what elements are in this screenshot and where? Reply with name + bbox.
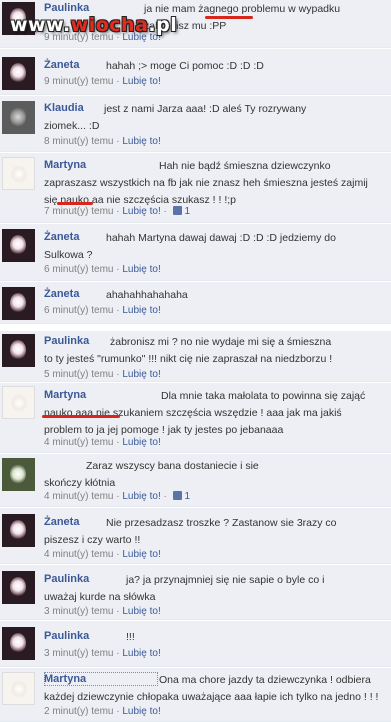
- comment-text: żabronisz mi ? no nie wydaje mi się a śm…: [44, 336, 333, 365]
- avatar[interactable]: [2, 458, 35, 491]
- red-underline: [205, 16, 253, 19]
- comment-item: Paulinka !!! 3 minut(y) temu · Lubię to!: [0, 621, 391, 667]
- like-link[interactable]: Lubię to!: [122, 549, 160, 560]
- like-link[interactable]: Lubię to!: [122, 648, 160, 659]
- comment-text: Hah nie bądź śmieszna dziewczynko zapras…: [44, 160, 368, 206]
- like-link[interactable]: Lubię to!: [122, 491, 160, 502]
- comment-item: Martyna Hah nie bądź śmieszna dziewczynk…: [0, 153, 391, 223]
- avatar[interactable]: [2, 101, 35, 134]
- thumbs-up-icon: [172, 491, 182, 500]
- comment-text: Nie przesadzasz troszke ? Zastanow sie 3…: [44, 517, 337, 546]
- comment-meta: 4 minut(y) temu · Lubię to! · 1: [44, 491, 190, 502]
- like-link[interactable]: Lubię to!: [122, 264, 160, 275]
- comment-text: !!!: [126, 631, 135, 643]
- comment-text: Zaraz wszyscy bana dostaniecie i sie sko…: [44, 460, 259, 489]
- timestamp[interactable]: 7 minut(y) temu: [44, 206, 113, 217]
- comment-item: Żaneta ahahahhahahaha 6 minut(y) temu · …: [0, 282, 391, 324]
- comment-item: Żaneta Nie przesadzasz troszke ? Zastano…: [0, 508, 391, 564]
- timestamp[interactable]: 4 minut(y) temu: [44, 437, 113, 448]
- red-underline: [42, 415, 120, 418]
- timestamp[interactable]: 6 minut(y) temu: [44, 264, 113, 275]
- like-link[interactable]: Lubię to!: [122, 369, 160, 380]
- like-count[interactable]: 1: [184, 206, 190, 217]
- timestamp[interactable]: 4 minut(y) temu: [44, 491, 113, 502]
- comment-meta: 2 minut(y) temu · Lubię to!: [44, 706, 161, 717]
- avatar[interactable]: [2, 672, 35, 705]
- comment-meta: 7 minut(y) temu · Lubię to! · 1: [44, 206, 190, 217]
- comment-meta: 9 minut(y) temu · Lubię to!: [44, 76, 161, 87]
- comment-item: Paulinka ja? ja przynajmniej się nie sap…: [0, 565, 391, 620]
- red-underline: [57, 202, 93, 205]
- like-link[interactable]: Lubię to!: [122, 305, 160, 316]
- comment-text: hahah Martyna dawaj dawaj :D :D :D jedzi…: [44, 232, 336, 261]
- comment-text: ahahahhahahaha: [106, 289, 188, 301]
- watermark-logo: www.wiocha.pl: [10, 14, 178, 36]
- comment-text: jest z nami Jarza aaa! :D aleś Ty rozryw…: [44, 103, 307, 132]
- comment-text: ja? ja przynajmniej się nie sapie o byle…: [44, 574, 325, 603]
- comment-text: Dla mnie taka małolata to powinna się za…: [44, 390, 366, 436]
- comment-item: Paulinka żabronisz mi ? no nie wydaje mi…: [0, 325, 391, 382]
- comment-text: hahah ;> moge Ci pomoc :D :D :D: [106, 60, 264, 72]
- timestamp[interactable]: 3 minut(y) temu: [44, 648, 113, 659]
- avatar[interactable]: [2, 229, 35, 262]
- comment-item: Martyna Ona ma chore jazdy ta dziewczynk…: [0, 668, 391, 722]
- comment-item: Żaneta hahah ;> moge Ci pomoc :D :D :D 9…: [0, 49, 391, 95]
- avatar[interactable]: [2, 287, 35, 320]
- comment-meta: 6 minut(y) temu · Lubię to!: [44, 264, 161, 275]
- avatar[interactable]: [2, 157, 35, 190]
- timestamp[interactable]: 8 minut(y) temu: [44, 136, 113, 147]
- comment-meta: 8 minut(y) temu · Lubię to!: [44, 136, 161, 147]
- like-link[interactable]: Lubię to!: [122, 437, 160, 448]
- thumbs-up-icon: [172, 206, 182, 215]
- like-link[interactable]: Lubię to!: [122, 206, 160, 217]
- comment-meta: 3 minut(y) temu · Lubię to!: [44, 606, 161, 617]
- timestamp[interactable]: 5 minut(y) temu: [44, 369, 113, 380]
- timestamp[interactable]: 6 minut(y) temu: [44, 305, 113, 316]
- comment-item: Zaraz wszyscy bana dostaniecie i sie sko…: [0, 454, 391, 507]
- avatar[interactable]: [2, 571, 35, 604]
- comment-meta: 3 minut(y) temu · Lubię to!: [44, 648, 161, 659]
- comment-item: Klaudia jest z nami Jarza aaa! :D aleś T…: [0, 96, 391, 152]
- comment-meta: 4 minut(y) temu · Lubię to!: [44, 437, 161, 448]
- like-count[interactable]: 1: [184, 491, 190, 502]
- like-link[interactable]: Lubię to!: [122, 706, 160, 717]
- timestamp[interactable]: 4 minut(y) temu: [44, 549, 113, 560]
- comment-text: Ona ma chore jazdy ta dziewczynka ! odbi…: [44, 674, 379, 703]
- comment-feed: Paulinka ja nie mam żagnego problemu w w…: [0, 0, 391, 722]
- like-link[interactable]: Lubię to!: [122, 606, 160, 617]
- like-link[interactable]: Lubię to!: [122, 76, 160, 87]
- avatar[interactable]: [2, 386, 35, 419]
- timestamp[interactable]: 2 minut(y) temu: [44, 706, 113, 717]
- comment-meta: 6 minut(y) temu · Lubię to!: [44, 305, 161, 316]
- comment-meta: 5 minut(y) temu · Lubię to!: [44, 369, 161, 380]
- avatar[interactable]: [2, 514, 35, 547]
- timestamp[interactable]: 9 minut(y) temu: [44, 76, 113, 87]
- comment-item: Żaneta hahah Martyna dawaj dawaj :D :D :…: [0, 224, 391, 281]
- timestamp[interactable]: 3 minut(y) temu: [44, 606, 113, 617]
- comment-item: Martyna Dla mnie taka małolata to powinn…: [0, 383, 391, 453]
- avatar[interactable]: [2, 627, 35, 660]
- comment-meta: 4 minut(y) temu · Lubię to!: [44, 549, 161, 560]
- avatar[interactable]: [2, 57, 35, 90]
- like-link[interactable]: Lubię to!: [122, 136, 160, 147]
- avatar[interactable]: [2, 334, 35, 367]
